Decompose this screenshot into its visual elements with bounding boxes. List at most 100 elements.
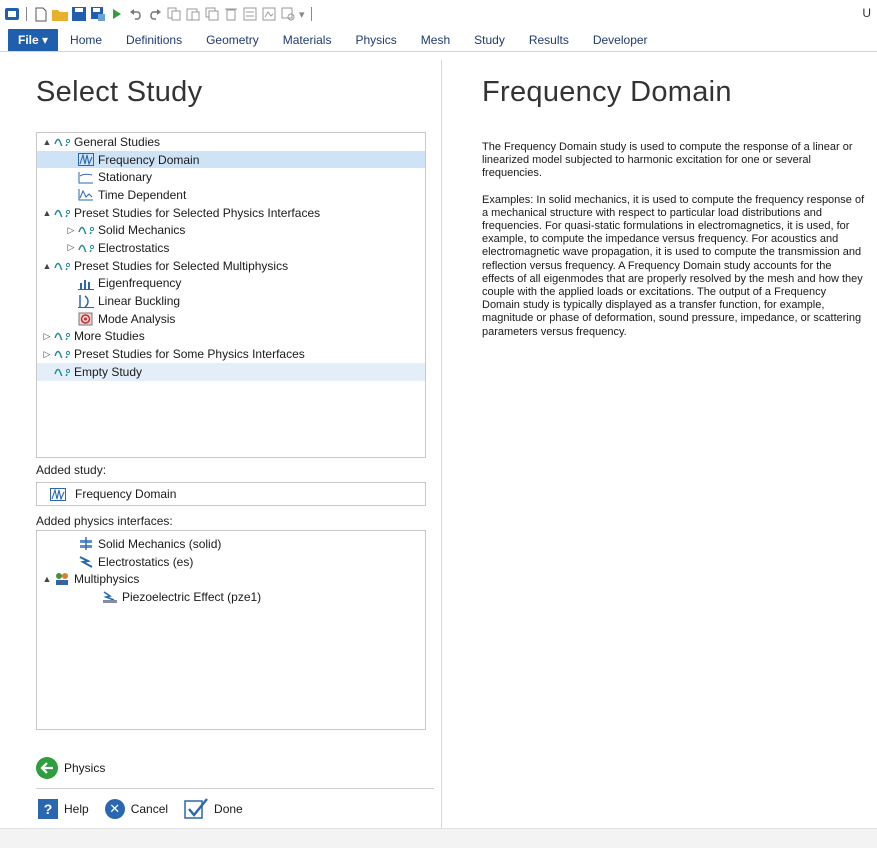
page-title: Select Study: [36, 76, 203, 108]
study-tree-item-label: Mode Analysis: [98, 311, 176, 326]
study-tree-item[interactable]: ▲ General Studies: [37, 133, 425, 151]
added-study-label: Added study:: [36, 463, 107, 477]
collapse-caret-icon[interactable]: ▲: [41, 574, 53, 584]
study-tree-item[interactable]: Stationary: [37, 168, 425, 186]
help-label: Help: [64, 802, 89, 816]
cancel-label: Cancel: [130, 802, 169, 816]
study-group-icon: [77, 223, 95, 237]
redo-icon[interactable]: [147, 6, 163, 22]
study-tree-item[interactable]: ▷ Electrostatics: [37, 239, 425, 257]
duplicate-icon[interactable]: [204, 6, 220, 22]
study-tree[interactable]: ▲ General Studies Frequency Domain Stationa…: [36, 132, 426, 458]
study-tree-item-label: Empty Study: [74, 364, 143, 379]
description-title: Frequency Domain: [482, 76, 732, 108]
tab-study[interactable]: Study: [462, 29, 517, 51]
physics-tree-item-label: Multiphysics: [74, 572, 140, 587]
expand-caret-icon[interactable]: ▷: [65, 225, 77, 236]
status-bar: [0, 828, 877, 848]
study-group-icon: [53, 347, 71, 361]
tab-home[interactable]: Home: [58, 29, 114, 51]
study-tree-item-label: General Studies: [74, 134, 161, 149]
windows-icon[interactable]: [280, 6, 296, 22]
select-study-panel: Select Study ▲ General Studies Frequency D…: [10, 60, 442, 830]
customize-toolbar-icon[interactable]: ▾: [299, 8, 305, 21]
tab-definitions[interactable]: Definitions: [114, 29, 194, 51]
study-tree-item[interactable]: ▷ Solid Mechanics: [37, 221, 425, 239]
study-tree-item-label: Preset Studies for Selected Physics Inte…: [74, 205, 321, 220]
cancel-button[interactable]: ✕ Cancel: [104, 799, 169, 819]
study-tree-item-label: Electrostatics: [98, 240, 170, 255]
tab-results[interactable]: Results: [517, 29, 581, 51]
physics-tree-item-label: Piezoelectric Effect (pze1): [122, 589, 262, 604]
save-as-icon[interactable]: [90, 6, 106, 22]
cancel-icon: ✕: [104, 799, 125, 819]
study-tree-item[interactable]: ▷ Preset Studies for Some Physics Interfa…: [37, 345, 425, 363]
tab-mesh[interactable]: Mesh: [409, 29, 462, 51]
physics-tree-item[interactable]: ▲ Multiphysics: [37, 570, 425, 588]
electrostatics-icon: [77, 555, 95, 569]
collapse-caret-icon[interactable]: ▲: [41, 261, 53, 271]
help-button[interactable]: ? Help: [38, 799, 89, 819]
copy-icon[interactable]: [166, 6, 182, 22]
collapse-caret-icon[interactable]: ▲: [41, 208, 53, 218]
study-group-icon: [77, 241, 95, 255]
study-tree-item-label: Preset Studies for Selected Multiphysics: [74, 258, 289, 273]
paste-icon[interactable]: [185, 6, 201, 22]
study-tree-item[interactable]: Time Dependent: [37, 186, 425, 204]
physics-tree-item[interactable]: Electrostatics (es): [37, 553, 425, 571]
study-tree-item-label: Frequency Domain: [98, 152, 200, 167]
delete-icon[interactable]: [223, 6, 239, 22]
collapse-caret-icon[interactable]: ▲: [41, 137, 53, 147]
save-icon[interactable]: [71, 6, 87, 22]
physics-tree[interactable]: Solid Mechanics (solid) Electrostatics (e…: [36, 530, 426, 730]
study-tree-item-label: Time Dependent: [98, 187, 187, 202]
mode-analysis-icon: [77, 312, 95, 326]
toolbar-divider-end: [310, 7, 312, 21]
study-description-panel: Frequency Domain The Frequency Domain st…: [452, 60, 877, 730]
description-paragraph: The Frequency Domain study is used to co…: [482, 141, 853, 180]
study-tree-item[interactable]: ▲ Preset Studies for Selected Multiphysic…: [37, 257, 425, 275]
run-icon[interactable]: [109, 6, 125, 22]
tab-materials[interactable]: Materials: [271, 29, 344, 51]
expand-caret-icon[interactable]: ▷: [65, 242, 77, 253]
quick-access-toolbar: ▾ U: [0, 0, 877, 28]
study-tree-item-label: Linear Buckling: [98, 294, 181, 309]
tab-physics[interactable]: Physics: [343, 29, 408, 51]
physics-tree-item[interactable]: Piezoelectric Effect (pze1): [37, 588, 425, 606]
open-folder-icon[interactable]: [52, 6, 68, 22]
build-all-icon[interactable]: [242, 6, 258, 22]
study-group-icon: [53, 329, 71, 343]
study-tree-item[interactable]: Frequency Domain: [37, 150, 425, 169]
study-tree-item[interactable]: ▷ More Studies: [37, 328, 425, 346]
undo-icon[interactable]: [128, 6, 144, 22]
tab-developer[interactable]: Developer: [581, 29, 660, 51]
study-tree-item-label: Stationary: [98, 170, 153, 185]
compute-icon[interactable]: [261, 6, 277, 22]
study-tree-item[interactable]: Mode Analysis: [37, 310, 425, 328]
physics-tree-item[interactable]: Solid Mechanics (solid): [37, 535, 425, 553]
added-study-field: Frequency Domain: [36, 482, 426, 506]
added-physics-label: Added physics interfaces:: [36, 514, 173, 528]
study-tree-item[interactable]: Eigenfrequency: [37, 275, 425, 293]
linear-buckling-icon: [77, 294, 95, 308]
done-button[interactable]: Done: [184, 798, 243, 820]
tab-geometry[interactable]: Geometry: [194, 29, 271, 51]
study-group-icon: [53, 259, 71, 273]
ribbon-tabs: File ▾ Home Definitions Geometry Materia…: [0, 28, 877, 52]
expand-caret-icon[interactable]: ▷: [41, 331, 53, 342]
study-tree-item-label: Solid Mechanics: [98, 223, 186, 238]
expand-caret-icon[interactable]: ▷: [41, 349, 53, 360]
study-tree-item[interactable]: Linear Buckling: [37, 292, 425, 310]
study-tree-item-label: Eigenfrequency: [98, 276, 182, 291]
bottom-divider: [36, 788, 434, 789]
checkmark-icon: [184, 798, 208, 820]
previous-physics-label: Physics: [64, 761, 106, 775]
app-icon[interactable]: [4, 6, 20, 22]
solid-mechanics-icon: [77, 537, 95, 551]
tab-file[interactable]: File ▾: [8, 29, 59, 51]
previous-physics-button[interactable]: Physics: [36, 757, 105, 779]
study-tree-item[interactable]: ▲ Preset Studies for Selected Physics Int…: [37, 204, 425, 222]
new-file-icon[interactable]: [33, 6, 49, 22]
added-study-value: Frequency Domain: [75, 487, 177, 501]
study-tree-item[interactable]: Empty Study: [37, 362, 425, 381]
